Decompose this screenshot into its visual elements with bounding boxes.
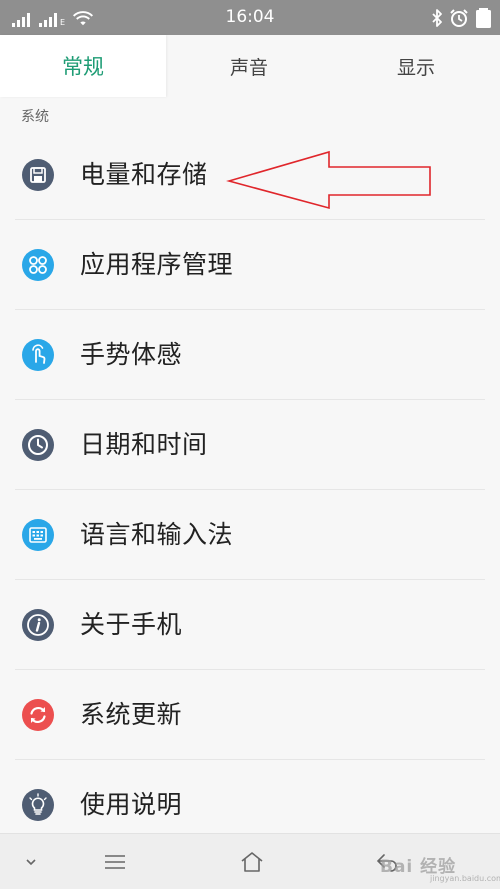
lightbulb-icon <box>22 789 54 821</box>
list-item-label: 应用程序管理 <box>80 250 234 279</box>
list-item-app-management[interactable]: 应用程序管理 <box>0 220 500 310</box>
section-header-system: 系统 <box>21 109 49 125</box>
status-right <box>431 7 492 29</box>
cellular-signal-icon: E <box>39 13 65 27</box>
list-item-label: 使用说明 <box>80 790 183 819</box>
cellular-signal-icon <box>12 13 30 27</box>
clock-icon <box>22 429 54 461</box>
keyboard-icon <box>22 519 54 551</box>
list-item-label: 语言和输入法 <box>80 520 234 549</box>
list-item-label: 手势体感 <box>80 340 183 369</box>
gesture-icon <box>22 339 54 371</box>
chevron-down-icon[interactable] <box>16 848 46 876</box>
bluetooth-icon <box>432 9 442 27</box>
status-left: E <box>12 9 94 27</box>
menu-icon[interactable] <box>100 848 130 876</box>
watermark-url: jingyan.baidu.com <box>430 874 500 883</box>
settings-tabs: 常规 声音 显示 <box>0 35 500 98</box>
network-type-label: E <box>60 18 66 27</box>
red-arrow-annotation <box>226 150 431 210</box>
list-item-label: 系统更新 <box>80 700 183 729</box>
update-icon <box>22 699 54 731</box>
info-icon <box>22 609 54 641</box>
list-item-user-guide[interactable]: 使用说明 <box>0 760 500 833</box>
tab-display[interactable]: 显示 <box>332 35 500 97</box>
list-item-system-update[interactable]: 系统更新 <box>0 670 500 760</box>
list-item-label: 电量和存储 <box>80 160 208 189</box>
list-item-label: 关于手机 <box>80 610 183 639</box>
status-bar: E 16:04 <box>0 0 500 35</box>
list-item-language-input[interactable]: 语言和输入法 <box>0 490 500 580</box>
home-icon[interactable] <box>237 848 267 876</box>
battery-icon <box>476 8 491 28</box>
settings-list: 电量和存储 应用程序管理 手势体感 日期和时间 语言和输入法 关于手机 系统更新… <box>0 130 500 833</box>
list-item-about-phone[interactable]: 关于手机 <box>0 580 500 670</box>
list-item-label: 日期和时间 <box>80 430 208 459</box>
tab-general[interactable]: 常规 <box>0 35 166 97</box>
list-item-date-time[interactable]: 日期和时间 <box>0 400 500 490</box>
storage-icon <box>22 159 54 191</box>
wifi-icon <box>73 11 94 26</box>
alarm-icon <box>450 9 468 27</box>
apps-icon <box>22 249 54 281</box>
tab-sound[interactable]: 声音 <box>166 35 332 97</box>
list-item-gestures[interactable]: 手势体感 <box>0 310 500 400</box>
baidu-watermark: Bai 经验 jingyan.baidu.com <box>372 838 500 884</box>
